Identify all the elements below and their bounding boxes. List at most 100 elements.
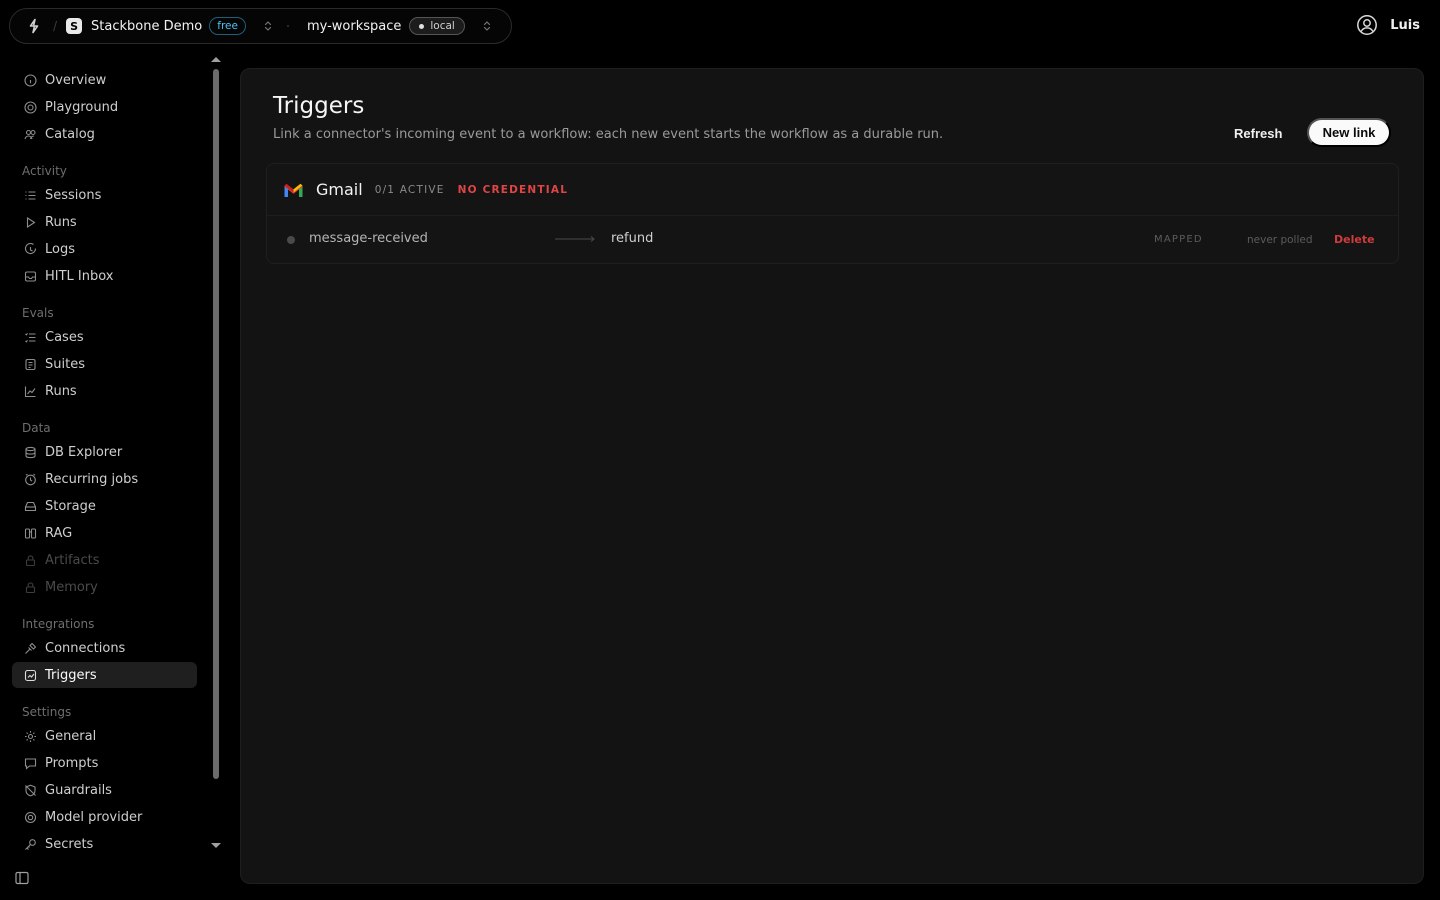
clock-icon	[24, 473, 37, 486]
sidebar-item-overview[interactable]: Overview	[12, 67, 197, 93]
main-panel: Triggers Link a connector's incoming eve…	[240, 68, 1424, 884]
sidebar-item-label: Logs	[45, 241, 75, 257]
sidebar-item-prompts[interactable]: Prompts	[12, 750, 197, 776]
org-avatar[interactable]: S	[66, 18, 83, 34]
database-icon	[24, 446, 37, 459]
sidebar-item-guardrails[interactable]: Guardrails	[12, 777, 197, 803]
env-label: local	[430, 20, 455, 32]
sidebar-item-storage[interactable]: Storage	[12, 493, 197, 519]
user-name: Luis	[1390, 17, 1420, 33]
sidebar-item-recurring-jobs[interactable]: Recurring jobs	[12, 466, 197, 492]
section-label-settings: Settings	[22, 705, 72, 719]
section-label-evals: Evals	[22, 306, 54, 320]
user-circle-icon	[1356, 14, 1378, 36]
key-icon	[24, 838, 37, 851]
workflow-name: refund	[611, 231, 654, 246]
sidebar-item-label: Connections	[45, 640, 126, 656]
folder-icon	[24, 358, 37, 371]
provider-icon	[24, 811, 37, 824]
section-label-data: Data	[22, 421, 51, 435]
plan-badge: free	[209, 17, 246, 35]
sidebar-item-label: Overview	[45, 72, 107, 88]
sidebar-item-catalog[interactable]: Catalog	[12, 121, 197, 147]
connector-card: Gmail 0/1 ACTIVE NO CREDENTIAL message-r…	[266, 163, 1399, 264]
credential-status-badge: NO CREDENTIAL	[457, 183, 569, 196]
target-icon	[24, 100, 37, 114]
sidebar-item-label: Memory	[45, 579, 98, 595]
org-name[interactable]: Stackbone Demo	[91, 19, 202, 34]
sidebar-item-label: RAG	[45, 525, 73, 541]
play-icon	[24, 216, 37, 229]
sidebar-item-label: DB Explorer	[45, 444, 123, 460]
plug-icon	[24, 642, 37, 655]
refresh-button[interactable]: Refresh	[1222, 119, 1294, 147]
env-status-dot	[419, 23, 425, 29]
event-name: message-received	[309, 231, 428, 246]
sidebar-item-db-explorer[interactable]: DB Explorer	[12, 439, 197, 465]
rag-icon	[24, 527, 37, 540]
sidebar-item-runs[interactable]: Runs	[12, 209, 197, 235]
scroll-up-arrow[interactable]	[211, 57, 221, 62]
page-title: Triggers	[273, 93, 365, 119]
scroll-down-arrow[interactable]	[211, 843, 221, 848]
gear-icon	[24, 730, 37, 743]
sidebar-item-logs[interactable]: Logs	[12, 236, 197, 262]
chevron-up-down-icon[interactable]	[263, 20, 273, 32]
sidebar-item-rag[interactable]: RAG	[12, 520, 197, 546]
sidebar-item-playground[interactable]: Playground	[12, 94, 197, 120]
sidebar-item-secrets[interactable]: Secrets	[12, 831, 197, 857]
sidebar-item-triggers[interactable]: Triggers	[12, 662, 197, 688]
scrollbar-thumb[interactable]	[213, 69, 219, 779]
sidebar-item-label: Model provider	[45, 809, 143, 825]
sidebar-item-general[interactable]: General	[12, 723, 197, 749]
shield-off-icon	[24, 784, 37, 797]
connector-header: Gmail 0/1 ACTIVE NO CREDENTIAL	[267, 164, 1398, 216]
sidebar-item-sessions[interactable]: Sessions	[12, 182, 197, 208]
mapping-status: MAPPED	[1154, 234, 1203, 245]
sidebar-item-label: Triggers	[45, 667, 97, 683]
sidebar-toggle-icon[interactable]	[15, 871, 29, 885]
workspace-name[interactable]: my-workspace	[307, 19, 401, 34]
info-icon	[24, 73, 37, 87]
lock-icon	[24, 554, 37, 567]
logo-bolt-icon[interactable]	[26, 18, 42, 34]
gmail-icon	[283, 182, 304, 198]
users-icon	[24, 128, 37, 141]
storage-icon	[24, 500, 37, 513]
user-menu[interactable]: Luis	[1356, 14, 1420, 36]
sidebar-item-label: Runs	[45, 214, 77, 230]
env-badge: local	[409, 17, 465, 35]
message-icon	[24, 757, 37, 770]
sidebar-item-label: HITL Inbox	[45, 268, 114, 284]
new-link-button[interactable]: New link	[1307, 118, 1391, 147]
sidebar-item-label: Cases	[45, 329, 84, 345]
status-dot	[287, 236, 295, 244]
sidebar-item-label: Runs	[45, 383, 77, 399]
lock-icon	[24, 581, 37, 594]
section-label-activity: Activity	[22, 164, 67, 178]
sidebar-scrollbar[interactable]	[212, 69, 220, 779]
sidebar-item-label: Catalog	[45, 126, 95, 142]
sidebar-item-label: Guardrails	[45, 782, 112, 798]
sidebar-item-eval-runs[interactable]: Runs	[12, 378, 197, 404]
sidebar-item-label: General	[45, 728, 97, 744]
log-icon	[24, 242, 37, 256]
sidebar: Overview Playground Catalog Activity Ses…	[0, 58, 225, 864]
sidebar-item-model-provider[interactable]: Model provider	[12, 804, 197, 830]
page-subtitle: Link a connector's incoming event to a w…	[273, 127, 944, 142]
sidebar-item-cases[interactable]: Cases	[12, 324, 197, 350]
trigger-row[interactable]: message-received refund MAPPED never pol…	[267, 216, 1398, 264]
sidebar-item-suites[interactable]: Suites	[12, 351, 197, 377]
sidebar-item-hitl-inbox[interactable]: HITL Inbox	[12, 263, 197, 289]
sidebar-item-label: Recurring jobs	[45, 471, 139, 487]
sidebar-item-label: Prompts	[45, 755, 99, 771]
sidebar-item-label: Sessions	[45, 187, 102, 203]
delete-button[interactable]: Delete	[1334, 233, 1375, 246]
connector-name: Gmail	[316, 180, 363, 199]
sidebar-item-connections[interactable]: Connections	[12, 635, 197, 661]
chevron-up-down-icon[interactable]	[482, 20, 492, 32]
poll-status: never polled	[1247, 234, 1313, 246]
sidebar-item-label: Secrets	[45, 836, 94, 852]
active-count: 0/1 ACTIVE	[374, 183, 445, 196]
sidebar-item-label: Suites	[45, 356, 85, 372]
